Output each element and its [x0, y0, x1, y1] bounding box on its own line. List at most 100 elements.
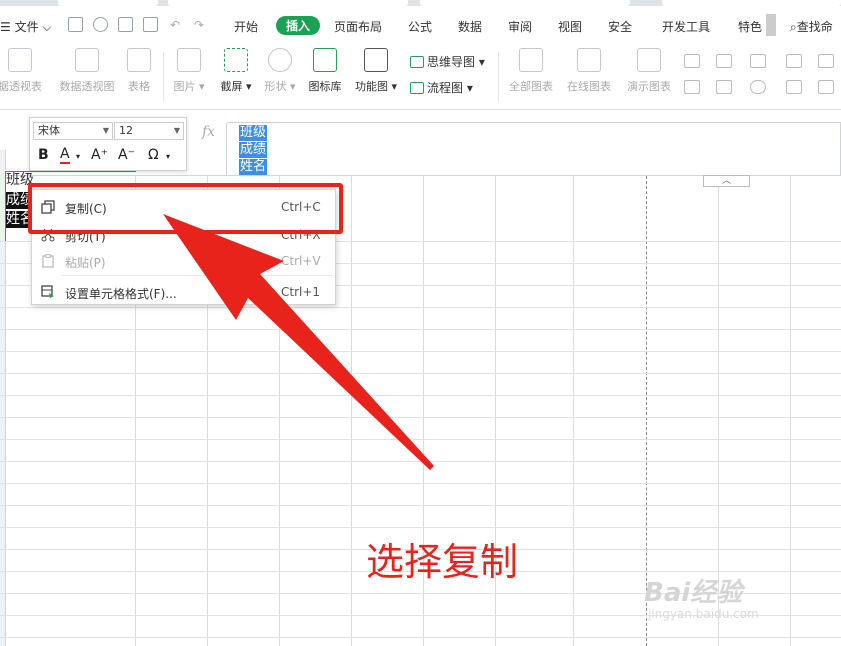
area-chart-icon[interactable]	[818, 54, 834, 68]
decrease-font-size-button[interactable]: A⁻	[118, 147, 135, 163]
shapes-button[interactable]: 形状 ▾	[262, 48, 298, 94]
tab-scroll-right[interactable]	[766, 14, 776, 36]
ribbon-tab-row: ☰ 文件 ⌵ ↶ ↷ 开始 插入 页面布局 公式 数据 审阅 视图 安全 开发工…	[0, 6, 841, 44]
menu-separator	[62, 275, 332, 276]
flowchart-button[interactable]: 流程图 ▾	[410, 79, 473, 96]
pivot-chart-icon	[75, 48, 99, 72]
presentation-chart-icon	[637, 48, 661, 72]
combo-chart-icon[interactable]	[786, 80, 802, 94]
bar-chart-horizontal-icon[interactable]	[716, 54, 732, 68]
icon-library-icon	[313, 48, 337, 72]
grid-line	[573, 176, 574, 646]
font-name-select[interactable]: 宋体 ▼	[33, 122, 113, 140]
line-chart-icon[interactable]	[750, 54, 766, 68]
toolbar-divider	[498, 52, 499, 102]
all-charts-button[interactable]: 全部图表	[506, 48, 556, 94]
screenshot-button[interactable]: 截屏 ▾	[216, 48, 256, 94]
search-command[interactable]: ⌕查找命	[790, 18, 833, 35]
context-menu-paste[interactable]: 粘贴(P) Ctrl+V	[32, 248, 335, 274]
function-icon[interactable]: fx	[202, 124, 215, 140]
picture-button[interactable]: 图片 ▾	[170, 48, 208, 94]
grid-line	[0, 527, 841, 528]
tab-view[interactable]: 视图	[558, 18, 582, 35]
formula-line: 班级	[239, 125, 268, 141]
function-chart-icon	[364, 48, 388, 72]
annotation-text: 选择复制	[366, 540, 519, 584]
tool-label: 功能图	[354, 80, 388, 93]
picture-icon	[177, 48, 201, 72]
grid-line	[0, 637, 841, 638]
export-pdf-icon[interactable]	[93, 17, 108, 32]
formula-input[interactable]: 班级 成绩 姓名	[226, 122, 841, 176]
wps-spreadsheet-window: ☰ 文件 ⌵ ↶ ↷ 开始 插入 页面布局 公式 数据 审阅 视图 安全 开发工…	[0, 0, 841, 646]
grid-line	[790, 176, 791, 646]
symbol-dropdown[interactable]: ▾	[166, 152, 170, 161]
tab-security[interactable]: 安全	[608, 18, 632, 35]
tool-label: 截屏	[220, 80, 243, 93]
screenshot-icon	[224, 48, 248, 72]
watermark-logo: Bai经验	[644, 578, 743, 608]
bold-button[interactable]: B	[38, 147, 49, 163]
tab-page-layout[interactable]: 页面布局	[334, 18, 382, 35]
toolbar-divider	[163, 52, 164, 102]
pivot-chart-button[interactable]: 数据透视图	[56, 48, 118, 94]
font-size-value: 12	[119, 124, 133, 137]
special-symbol-button[interactable]: Ω	[148, 147, 159, 163]
grid-line	[351, 176, 352, 646]
column-chart-icon[interactable]	[684, 54, 700, 68]
file-menu-button[interactable]: ☰ 文件 ⌵	[0, 18, 52, 35]
icon-library-button[interactable]: 图标库	[306, 48, 344, 94]
shapes-icon	[268, 48, 292, 72]
floating-format-toolbar: 宋体 ▼ 12 ▼ B A ▾ A⁺ A⁻ Ω ▾	[29, 117, 187, 171]
tab-developer[interactable]: 开发工具	[662, 18, 710, 35]
grid-line	[0, 351, 841, 352]
table-icon	[127, 48, 151, 72]
save-icon[interactable]	[68, 17, 83, 32]
increase-font-size-button[interactable]: A⁺	[91, 147, 108, 163]
tool-label: 据透视表	[0, 80, 42, 93]
tab-insert[interactable]: 插入	[276, 16, 321, 35]
tab-data[interactable]: 数据	[458, 18, 482, 35]
tool-label: 思维导图	[427, 55, 476, 69]
tab-formulas[interactable]: 公式	[408, 18, 432, 35]
function-chart-button[interactable]: 功能图 ▾	[354, 48, 398, 94]
collapse-ribbon-button[interactable]: ︿	[703, 175, 750, 187]
mindmap-button[interactable]: 思维导图 ▾	[410, 53, 485, 70]
font-color-dropdown[interactable]: ▾	[76, 152, 80, 161]
tab-features[interactable]: 特色	[738, 18, 762, 35]
online-charts-button[interactable]: 在线图表	[564, 48, 614, 94]
grid-line	[0, 417, 841, 418]
stock-chart-icon[interactable]	[716, 80, 732, 94]
tool-label: 流程图	[427, 81, 464, 95]
presentation-charts-button[interactable]: 演示图表	[624, 48, 674, 94]
print-icon[interactable]	[118, 17, 133, 32]
shape-chart-icon[interactable]	[786, 54, 802, 68]
font-size-select[interactable]: 12 ▼	[114, 122, 184, 140]
chevron-down-icon: ⌵	[42, 20, 52, 34]
grid-line	[0, 373, 841, 374]
tab-review[interactable]: 审阅	[508, 18, 532, 35]
tool-label: 表格	[128, 80, 150, 93]
scatter-chart-icon[interactable]	[684, 80, 700, 94]
table-button[interactable]: 表格	[124, 48, 154, 94]
search-label: 查找命	[796, 20, 833, 34]
online-chart-icon	[577, 48, 601, 72]
pie-chart-icon[interactable]	[750, 80, 766, 94]
redo-icon[interactable]: ↷	[194, 18, 204, 32]
pivot-table-button[interactable]: 据透视表	[0, 48, 46, 94]
grid-line	[0, 329, 841, 330]
undo-icon[interactable]: ↶	[170, 18, 180, 32]
pivot-table-icon	[8, 48, 32, 72]
paste-icon	[42, 254, 54, 268]
tab-home[interactable]: 开始	[234, 18, 258, 35]
print-preview-icon[interactable]	[143, 17, 158, 32]
grid-line	[0, 395, 841, 396]
tool-label: 全部图表	[509, 80, 553, 93]
context-menu-format-cells[interactable]: 设置单元格格式(F)... Ctrl+1	[32, 279, 335, 305]
radar-chart-icon[interactable]	[818, 80, 834, 94]
chevron-down-icon: ▼	[173, 126, 180, 135]
font-color-button[interactable]: A	[60, 147, 70, 164]
bar-chart-icon	[519, 48, 543, 72]
format-cells-icon	[41, 285, 54, 298]
grid-line	[0, 439, 841, 440]
